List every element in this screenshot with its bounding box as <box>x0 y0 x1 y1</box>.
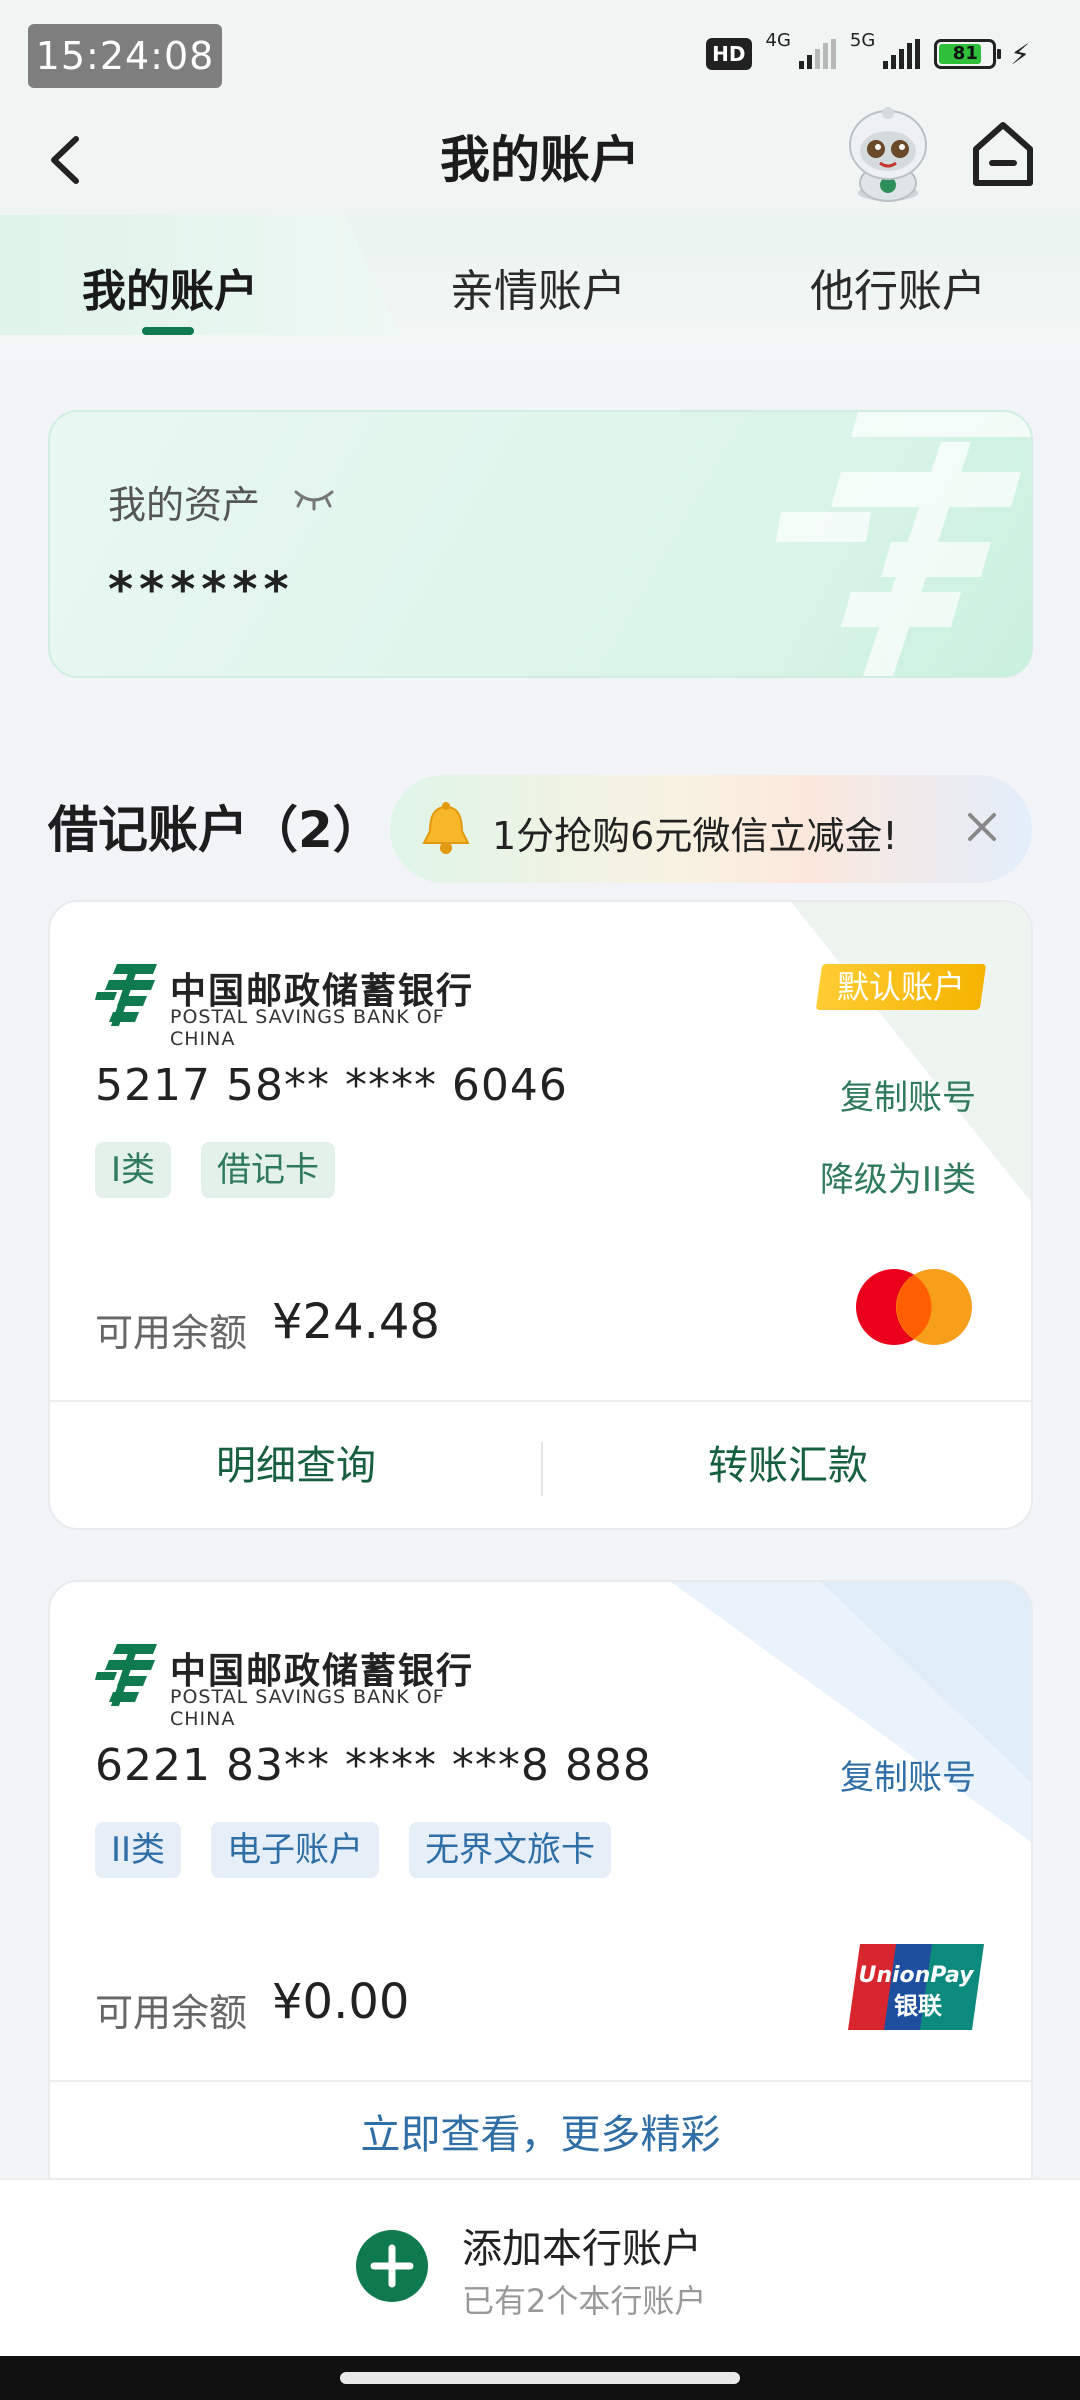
add-account-subtitle: 已有2个本行账户 <box>462 2282 707 2320</box>
status-time: 15:24:08 <box>28 24 222 88</box>
tab-family-accounts[interactable]: 亲情账户 <box>450 255 626 319</box>
tab-my-accounts[interactable]: 我的账户 <box>82 255 258 319</box>
svg-text:银联: 银联 <box>894 1992 942 2020</box>
active-tab-indicator <box>142 327 194 335</box>
account-tabs: 我的账户 亲情账户 他行账户 <box>0 215 1080 355</box>
tag-electronic-account: 电子账户 <box>211 1822 380 1878</box>
add-account-bar[interactable]: 添加本行账户 已有2个本行账户 <box>0 2178 1080 2356</box>
balance-label: 可用余额 <box>95 1991 248 2035</box>
battery-level: 81 <box>952 43 978 64</box>
downgrade-link[interactable]: 降级为II类 <box>820 1152 976 1201</box>
tag-class: I类 <box>95 1142 172 1198</box>
robot-assistant-icon[interactable] <box>838 105 938 205</box>
network-5g-label: 5G <box>849 30 876 51</box>
bank-logo: 中国邮政储蓄银行 POSTAL SAVINGS BANK OF CHINA <box>95 1642 475 1730</box>
add-account-title: 添加本行账户 <box>462 2226 702 2272</box>
nav-bar: 我的账户 <box>0 105 1080 215</box>
postal-bank-logo-icon <box>95 1644 157 1706</box>
status-icons: HD 4G 5G 81 ⚡ <box>706 30 1030 78</box>
copy-account-number-link[interactable]: 复制账号 <box>840 1070 976 1119</box>
svg-text:UnionPay: UnionPay <box>858 1963 975 1988</box>
account-tags: I类 借记卡 <box>95 1142 336 1198</box>
assets-label: 我的资产 <box>108 483 261 527</box>
signal-icon <box>883 39 921 69</box>
signal-icon <box>798 39 836 69</box>
promo-text: 1分抢购6元微信立减金! <box>492 814 898 858</box>
assets-value-hidden: ****** <box>108 562 295 618</box>
account-tags: II类 电子账户 无界文旅卡 <box>95 1822 612 1878</box>
balance-value: ¥24.48 <box>272 1294 440 1350</box>
home-indicator[interactable] <box>340 2372 740 2384</box>
tag-travel-card: 无界文旅卡 <box>409 1822 612 1878</box>
transfer-button[interactable]: 转账汇款 <box>542 1400 1031 1528</box>
tag-class: II类 <box>95 1822 182 1878</box>
bank-name-en: POSTAL SAVINGS BANK OF CHINA <box>170 1006 445 1050</box>
postal-logo-watermark <box>776 412 1031 676</box>
battery-icon: 81 <box>934 39 1002 69</box>
charging-icon: ⚡ <box>1010 37 1030 71</box>
bank-logo: 中国邮政储蓄银行 POSTAL SAVINGS BANK OF CHINA <box>95 962 475 1050</box>
system-nav-bar <box>0 2356 1080 2400</box>
transaction-details-button[interactable]: 明细查询 <box>50 1400 542 1528</box>
status-bar: 15:24:08 HD 4G 5G 81 ⚡ <box>0 0 1080 105</box>
copy-account-number-link[interactable]: 复制账号 <box>840 1750 976 1799</box>
unionpay-icon: UnionPay 银联 <box>846 1942 986 2032</box>
postal-bank-logo-icon <box>95 964 157 1026</box>
home-icon <box>973 122 1033 186</box>
account-number: 5217 58** **** 6046 <box>95 1060 568 1111</box>
back-button[interactable] <box>40 127 100 193</box>
default-account-badge: 默认账户 <box>815 964 987 1010</box>
tab-other-bank-accounts[interactable]: 他行账户 <box>810 255 986 319</box>
bell-icon <box>420 801 472 857</box>
back-arrow-icon <box>51 136 79 184</box>
balance-label: 可用余额 <box>95 1311 248 1355</box>
bank-name-en: POSTAL SAVINGS BANK OF CHINA <box>170 1686 445 1730</box>
home-button[interactable] <box>968 117 1038 193</box>
promo-banner[interactable]: 1分抢购6元微信立减金! <box>390 775 1032 883</box>
account-card: 中国邮政储蓄银行 POSTAL SAVINGS BANK OF CHINA 默认… <box>48 900 1033 1530</box>
hd-icon: HD <box>706 38 752 70</box>
add-icon <box>356 2230 428 2302</box>
network-4g-label: 4G <box>765 30 791 51</box>
assets-card: 我的资产 ****** <box>48 410 1033 678</box>
close-icon[interactable] <box>962 807 1002 847</box>
eye-closed-icon[interactable] <box>292 484 336 512</box>
mastercard-icon <box>852 1267 976 1347</box>
tag-card-type: 借记卡 <box>201 1142 336 1198</box>
account-number: 6221 83** **** ***8 888 <box>95 1740 652 1791</box>
debit-accounts-heading: 借记账户（2） <box>48 801 383 859</box>
view-more-link[interactable]: 立即查看，更多精彩 <box>50 2102 1031 2160</box>
balance-value: ¥0.00 <box>272 1974 410 2030</box>
